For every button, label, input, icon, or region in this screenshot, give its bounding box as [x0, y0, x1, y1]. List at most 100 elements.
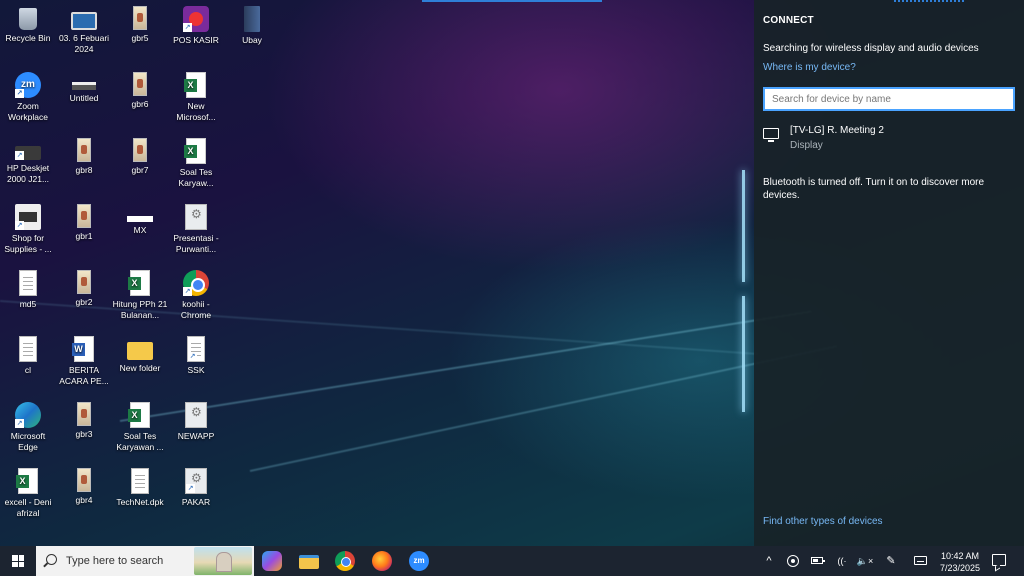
desktop-icon-hp-deskjet[interactable]: HP Deskjet 2000 J21...: [0, 138, 56, 185]
display-icon: [763, 128, 779, 142]
desktop-icon-excell-deni[interactable]: excell - Deni afrizal: [0, 468, 56, 519]
firefox-icon[interactable]: [372, 551, 392, 571]
desktop-icon-label: SSK: [187, 365, 205, 375]
desktop-icon-pakar[interactable]: PAKAR: [168, 468, 224, 508]
battery-icon[interactable]: [811, 557, 825, 564]
where-is-my-device-link[interactable]: Where is my device?: [763, 62, 856, 73]
excel-file-icon: [128, 402, 150, 428]
desktop-icon-ubay[interactable]: Ubay: [224, 6, 280, 46]
desktop-icon-pos-kasir[interactable]: POS KASIR: [168, 6, 224, 46]
touch-keyboard-icon[interactable]: [914, 556, 927, 565]
desktop-icon-soal-tes-karyawan[interactable]: Soal Tes Karyawan ...: [112, 402, 168, 453]
top-accent-bar: [422, 0, 602, 2]
desktop-icon-label: Hitung PPh 21 Bulanan...: [112, 299, 168, 320]
desktop-icon-shop-for-supplies[interactable]: Shop for Supplies - ...: [0, 204, 56, 255]
device-type: Display: [790, 140, 823, 151]
connect-panel: CONNECT Searching for wireless display a…: [754, 0, 1024, 546]
desktop-icon-label: gbr6: [131, 99, 149, 109]
desktop-icon-mx[interactable]: MX: [112, 204, 168, 236]
printer-icon: [15, 146, 41, 160]
desktop-icon-label: koohii - Chrome: [180, 299, 212, 320]
image-file-icon: [77, 468, 91, 492]
presentation-icon: [185, 204, 207, 230]
image-file-icon: [133, 72, 147, 96]
desktop-icon-new-folder[interactable]: New folder: [112, 336, 168, 374]
desktop-icon-gbr6[interactable]: gbr6: [112, 72, 168, 110]
desktop-icon-label: md5: [19, 299, 37, 309]
desktop-icon-label: Soal Tes Karyaw...: [178, 167, 214, 188]
desktop-icon-label: excell - Deni afrizal: [4, 497, 52, 518]
zoom-icon[interactable]: zm: [409, 551, 429, 571]
text-file-icon: [19, 336, 37, 362]
desktop-icon-cl[interactable]: cl: [0, 336, 56, 376]
recording-icon[interactable]: [787, 555, 799, 567]
desktop-icon-label: gbr8: [75, 165, 93, 175]
desktop-icon-label: Shop for Supplies - ...: [4, 233, 52, 254]
copilot-icon[interactable]: [262, 551, 282, 571]
desktop-icon-label: Untitled: [69, 93, 99, 103]
desktop-icon-ssk[interactable]: SSK: [168, 336, 224, 376]
device-item-tv-lg[interactable]: [TV-LG] R. Meeting 2 Display: [763, 123, 1015, 155]
desktop-icon-label: gbr4: [75, 495, 93, 505]
desktop-icon-label: BERITA ACARA PE...: [59, 365, 109, 386]
search-highlight-image: [194, 547, 252, 575]
pen-icon[interactable]: ✎: [884, 554, 898, 568]
desktop-icon-label: gbr5: [131, 33, 149, 43]
desktop-icon-microsoft-edge[interactable]: Microsoft Edge: [0, 402, 56, 453]
desktop-icon-label: Soal Tes Karyawan ...: [116, 431, 164, 452]
desktop-icon-label: Presentasi - Purwanti...: [173, 233, 219, 254]
desktop-icon-recycle-bin[interactable]: Recycle Bin: [0, 6, 56, 44]
excel-file-icon: [184, 138, 206, 164]
image-file-icon: [133, 6, 147, 30]
desktop-icon-label: MX: [133, 225, 147, 235]
desktop-icon-soal-tes-karyaw[interactable]: Soal Tes Karyaw...: [168, 138, 224, 189]
text-file-icon: [19, 270, 37, 296]
desktop-icon-gbr5[interactable]: gbr5: [112, 6, 168, 44]
app-settings-icon: [185, 402, 207, 428]
word-file-icon: [72, 336, 94, 362]
desktop-icon-zoom-workplace[interactable]: zm Zoom Workplace: [0, 72, 56, 123]
edge-icon: [15, 402, 41, 428]
desktop-icon-label: NEWAPP: [177, 431, 215, 441]
excel-file-icon: [184, 72, 206, 98]
desktop-icon-gbr4[interactable]: gbr4: [56, 468, 112, 506]
desktop-icon-technet[interactable]: TechNet.dpk: [112, 468, 168, 508]
desktop-icon-label: PAKAR: [181, 497, 211, 507]
desktop-icon-label: New Microsof...: [176, 101, 216, 122]
desktop-icon-new-microsoft[interactable]: New Microsof...: [168, 72, 224, 123]
clock-date: 7/23/2025: [939, 563, 981, 573]
start-button[interactable]: [0, 546, 36, 576]
desktop-icon-md5[interactable]: md5: [0, 270, 56, 310]
excel-file-icon: [128, 270, 150, 296]
desktop-icon-gbr3[interactable]: gbr3: [56, 402, 112, 440]
desktop-icon-berita-acara[interactable]: BERITA ACARA PE...: [56, 336, 112, 387]
wifi-icon[interactable]: ((·: [835, 554, 849, 568]
desktop-icon-gbr2[interactable]: gbr2: [56, 270, 112, 308]
desktop-icon-gbr8[interactable]: gbr8: [56, 138, 112, 176]
excel-file-icon: [16, 468, 38, 494]
find-other-devices-link[interactable]: Find other types of devices: [763, 516, 883, 527]
taskbar-search-box[interactable]: Type here to search: [36, 546, 254, 576]
chrome-icon: [183, 270, 209, 296]
windows-logo-icon: [12, 555, 24, 567]
clock[interactable]: 10:42 AM 7/23/2025: [928, 550, 992, 574]
desktop-icon-untitled[interactable]: Untitled: [56, 72, 112, 104]
pos-app-icon: [183, 6, 209, 32]
desktop-icon-koohii-chrome[interactable]: koohii - Chrome: [168, 270, 224, 321]
chevron-up-icon[interactable]: ^: [762, 554, 776, 568]
paint-file-icon: [72, 82, 96, 90]
device-search-input[interactable]: [763, 87, 1015, 111]
loading-dots: [894, 0, 964, 2]
window-logo-edge: [742, 170, 745, 282]
chrome-icon[interactable]: [335, 551, 355, 571]
volume-muted-icon[interactable]: 🔈×: [856, 554, 874, 568]
desktop-icon-newapp[interactable]: NEWAPP: [168, 402, 224, 442]
desktop-icon-gbr7[interactable]: gbr7: [112, 138, 168, 176]
desktop-icon-presentasi[interactable]: Presentasi - Purwanti...: [168, 204, 224, 255]
file-explorer-icon[interactable]: [299, 555, 319, 569]
image-file-icon: [77, 402, 91, 426]
desktop-icon-gbr1[interactable]: gbr1: [56, 204, 112, 242]
desktop-icon-hitung-pph[interactable]: Hitung PPh 21 Bulanan...: [112, 270, 168, 321]
desktop-icon-03-6-febuari-2024[interactable]: 03. 6 Febuari 2024: [56, 6, 112, 55]
notification-icon[interactable]: [992, 554, 1006, 566]
